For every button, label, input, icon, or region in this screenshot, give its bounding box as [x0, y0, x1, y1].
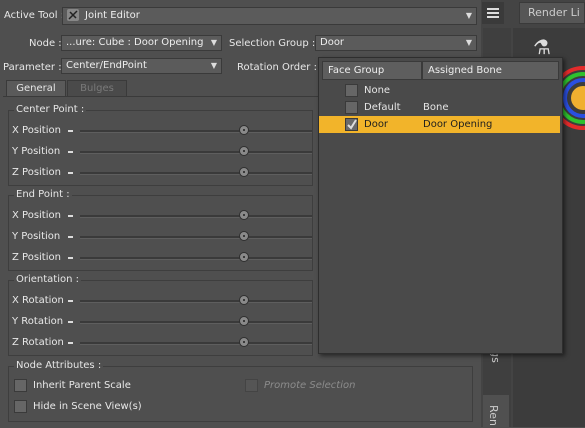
assigned-bone-header[interactable]: Assigned Bone: [422, 61, 559, 80]
end-y-label: Y Position: [12, 231, 61, 242]
end-z-label: Z Position: [12, 252, 61, 263]
center-z-knob[interactable]: [239, 167, 249, 177]
end-z-slider[interactable]: [80, 257, 312, 260]
menu-lines-icon: [487, 8, 499, 18]
joint-tool-icon: [67, 9, 79, 21]
inherit-parent-scale-label: Inherit Parent Scale: [33, 380, 131, 391]
tab-render-library[interactable]: Render Li: [519, 2, 585, 24]
tab-bulges[interactable]: Bulges: [67, 80, 127, 97]
orient-y-dash: [68, 321, 73, 323]
center-x-label: X Position: [12, 125, 61, 136]
end-y-knob[interactable]: [239, 231, 249, 241]
active-tool-value: Joint Editor: [85, 10, 140, 21]
node-attributes-group: [8, 366, 473, 422]
center-x-dash: [68, 130, 73, 132]
assigned-bone-header-label: Assigned Bone: [428, 65, 502, 76]
center-x-knob[interactable]: [239, 125, 249, 135]
inherit-parent-scale-checkbox[interactable]: [14, 379, 27, 392]
orient-z-label: Z Rotation: [12, 337, 64, 348]
face-group-popup: Face Group Assigned Bone None Default Bo…: [318, 57, 563, 354]
orient-x-knob[interactable]: [239, 295, 249, 305]
side-tab-2-label: Ren: [486, 405, 500, 426]
rotation-order-label: Rotation Order :: [237, 62, 317, 73]
orientation-title: Orientation :: [14, 274, 82, 285]
orient-z-dash: [68, 342, 73, 344]
orient-y-knob[interactable]: [239, 316, 249, 326]
end-y-dash: [68, 236, 73, 238]
row-none-face-group: None: [364, 85, 391, 96]
selection-group-value: Door: [320, 37, 345, 48]
end-x-label: X Position: [12, 210, 61, 221]
center-y-knob[interactable]: [239, 146, 249, 156]
face-group-header[interactable]: Face Group: [322, 61, 422, 80]
orient-z-knob[interactable]: [239, 337, 249, 347]
node-value: ...ure: Cube : Door Opening: [66, 37, 204, 48]
node-label: Node :: [29, 38, 62, 49]
orient-y-label: Y Rotation: [12, 316, 64, 327]
center-point-title: Center Point :: [14, 104, 87, 115]
face-group-row-none[interactable]: None: [319, 82, 560, 99]
side-tab-2[interactable]: Ren: [483, 395, 509, 427]
center-y-dash: [68, 151, 73, 153]
orient-y-slider[interactable]: [80, 321, 312, 324]
face-group-row-door[interactable]: Door Door Opening: [319, 116, 560, 133]
row-none-checkbox[interactable]: [345, 84, 358, 97]
tab-render-library-label: Render Li: [528, 6, 580, 19]
orient-x-label: X Rotation: [12, 295, 64, 306]
row-door-face-group: Door: [364, 119, 389, 130]
parameter-value: Center/EndPoint: [66, 60, 147, 71]
row-default-checkbox[interactable]: [345, 101, 358, 114]
row-door-checkbox[interactable]: [345, 118, 358, 131]
tab-general[interactable]: General: [6, 80, 66, 97]
row-default-bone: Bone: [423, 102, 449, 113]
end-point-title: End Point :: [14, 189, 72, 200]
end-x-slider[interactable]: [80, 215, 312, 218]
tab-bulges-label: Bulges: [80, 83, 114, 94]
node-attributes-title: Node Attributes :: [14, 360, 104, 371]
node-dropdown[interactable]: ...ure: Cube : Door Opening ▼: [61, 35, 222, 51]
svg-text:⚗: ⚗: [533, 35, 551, 59]
promote-selection-checkbox[interactable]: [245, 379, 258, 392]
center-x-slider[interactable]: [80, 130, 312, 133]
tab-general-label: General: [16, 83, 56, 94]
end-x-dash: [68, 215, 73, 217]
orient-x-slider[interactable]: [80, 300, 312, 303]
hide-in-scene-view-checkbox[interactable]: [14, 400, 27, 413]
center-z-dash: [68, 172, 73, 174]
center-y-label: Y Position: [12, 146, 61, 157]
face-group-row-default[interactable]: Default Bone: [319, 99, 560, 116]
selection-group-dropdown[interactable]: Door ▼: [315, 35, 477, 51]
center-y-slider[interactable]: [80, 151, 312, 154]
center-z-label: Z Position: [12, 167, 61, 178]
row-default-face-group: Default: [364, 102, 401, 113]
parameter-label: Parameter :: [3, 62, 62, 73]
active-tool-dropdown[interactable]: Joint Editor ▼: [62, 7, 477, 25]
hide-in-scene-view-label: Hide in Scene View(s): [33, 401, 142, 412]
center-z-slider[interactable]: [80, 172, 312, 175]
face-group-header-label: Face Group: [328, 65, 385, 76]
orient-z-slider[interactable]: [80, 342, 312, 345]
end-z-dash: [68, 257, 73, 259]
selection-group-label: Selection Group :: [229, 38, 316, 49]
end-x-knob[interactable]: [239, 210, 249, 220]
panel-menu-button[interactable]: [482, 2, 504, 24]
end-y-slider[interactable]: [80, 236, 312, 239]
active-tool-label: Active Tool :: [4, 10, 65, 21]
promote-selection-label: Promote Selection: [264, 380, 356, 391]
parameter-dropdown[interactable]: Center/EndPoint ▼: [61, 58, 222, 74]
checkmark-icon: [347, 119, 357, 130]
orient-x-dash: [68, 300, 73, 302]
row-door-bone: Door Opening: [423, 119, 493, 130]
end-z-knob[interactable]: [239, 252, 249, 262]
